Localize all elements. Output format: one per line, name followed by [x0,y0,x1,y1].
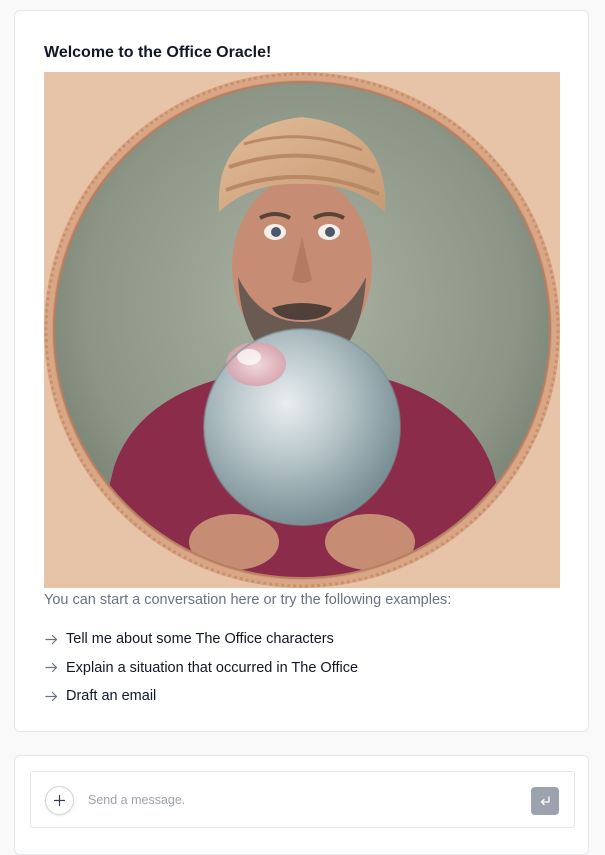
arrow-right-icon [44,689,59,704]
welcome-card: Welcome to the Office Oracle! You can st… [14,10,589,732]
arrow-right-icon [44,660,59,675]
welcome-title: Welcome to the Office Oracle! [44,44,272,61]
example-label: Draft an email [66,688,157,705]
composer-card [14,755,589,855]
message-input[interactable] [88,788,518,812]
enter-return-icon [538,794,552,808]
plus-icon [53,794,66,807]
message-composer [30,771,575,828]
example-item[interactable]: Draft an email [44,682,358,711]
send-button[interactable] [531,787,559,815]
add-button[interactable] [45,786,74,815]
example-label: Explain a situation that occurred in The… [66,659,359,676]
example-list: Tell me about some The Office characters… [44,625,358,711]
example-item[interactable]: Explain a situation that occurred in The… [44,654,358,683]
intro-text: You can start a conversation here or try… [44,592,452,608]
example-label: Tell me about some The Office characters [66,631,334,648]
example-item[interactable]: Tell me about some The Office characters [44,625,358,654]
arrow-right-icon [44,632,59,647]
oracle-image [44,72,560,588]
